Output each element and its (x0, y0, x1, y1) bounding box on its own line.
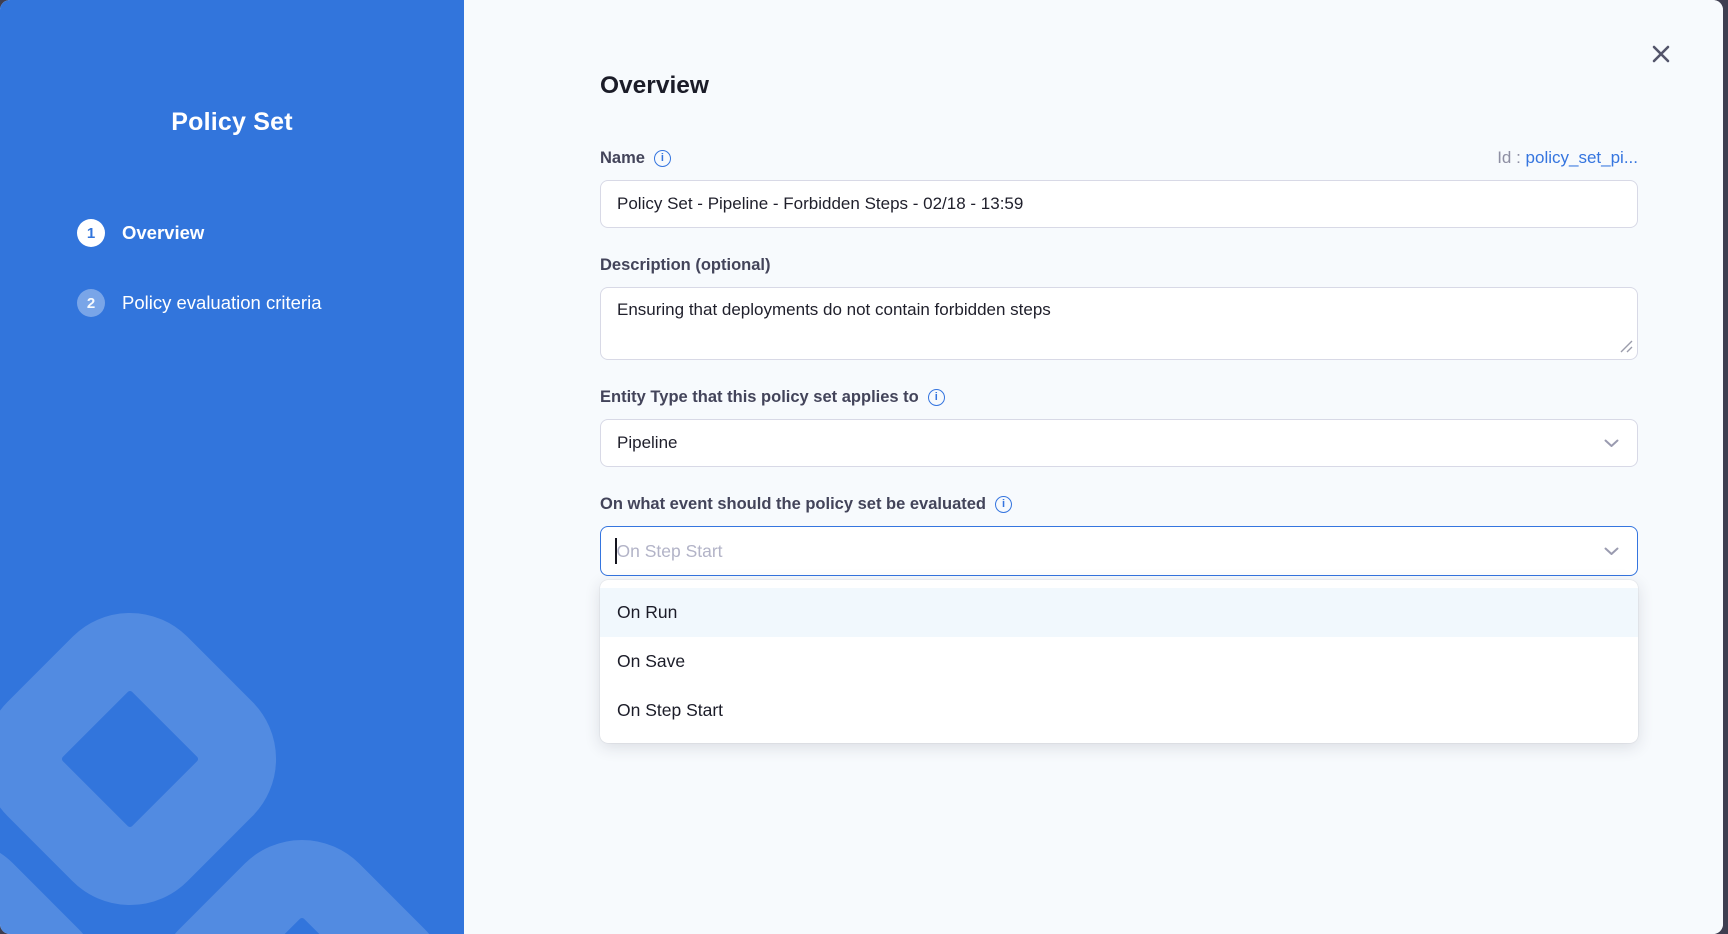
id-link[interactable]: policy_set_pi... (1526, 148, 1638, 167)
step-policy-evaluation-criteria[interactable]: 2 Policy evaluation criteria (77, 289, 464, 317)
step-1-label: Overview (122, 222, 204, 244)
entity-type-info-icon[interactable]: i (928, 389, 945, 406)
page-title: Overview (600, 72, 1723, 100)
name-info-icon[interactable]: i (654, 150, 671, 167)
description-textarea[interactable]: Ensuring that deployments do not contain… (600, 287, 1638, 360)
step-overview[interactable]: 1 Overview (77, 219, 464, 247)
policy-set-wizard-modal: Policy Set 1 Overview 2 Policy evaluatio… (0, 0, 1723, 934)
entity-type-selected-value: Pipeline (617, 433, 678, 453)
chevron-down-icon (1604, 439, 1619, 448)
overview-step-panel: Overview Name i Id : policy_set_pi... De… (464, 0, 1723, 934)
entity-type-select[interactable]: Pipeline (600, 419, 1638, 467)
event-label: On what event should the policy set be e… (600, 495, 1012, 514)
name-label: Name i (600, 149, 671, 168)
wizard-title: Policy Set (0, 108, 464, 137)
policy-set-id: Id : policy_set_pi... (1497, 148, 1638, 168)
wizard-steps: 1 Overview 2 Policy evaluation criteria (0, 219, 464, 317)
close-button[interactable] (1647, 40, 1675, 68)
option-on-run[interactable]: On Run (600, 588, 1638, 637)
event-input[interactable] (617, 541, 1605, 562)
event-options-menu: On Run On Save On Step Start (600, 580, 1638, 743)
id-prefix: Id : (1497, 148, 1521, 167)
step-1-number-badge: 1 (77, 219, 105, 247)
step-2-number-badge: 2 (77, 289, 105, 317)
step-2-label: Policy evaluation criteria (122, 292, 321, 314)
option-on-save[interactable]: On Save (600, 637, 1638, 686)
close-icon (1649, 42, 1673, 66)
chevron-down-icon (1604, 547, 1619, 556)
description-label: Description (optional) (600, 256, 771, 275)
entity-type-label: Entity Type that this policy set applies… (600, 388, 945, 407)
option-on-step-start[interactable]: On Step Start (600, 686, 1638, 735)
brand-watermark-icon (0, 554, 464, 934)
name-input[interactable] (600, 180, 1638, 228)
event-info-icon[interactable]: i (995, 496, 1012, 513)
textarea-resize-handle[interactable] (1620, 340, 1633, 353)
wizard-sidebar: Policy Set 1 Overview 2 Policy evaluatio… (0, 0, 464, 934)
event-combobox[interactable] (600, 526, 1638, 576)
